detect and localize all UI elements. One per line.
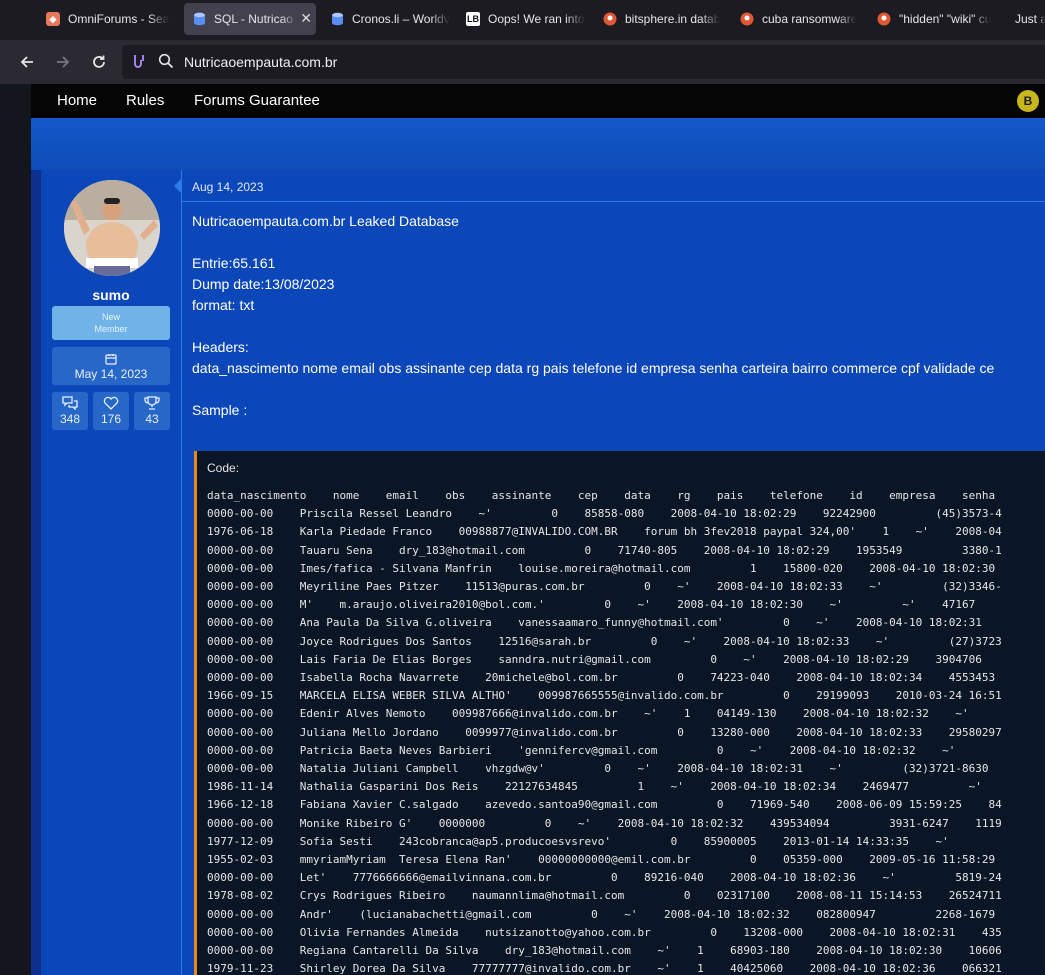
- omniforums-icon: ◆: [46, 12, 60, 26]
- post-header-divider: [182, 201, 1045, 202]
- back-button[interactable]: [15, 50, 39, 74]
- browser-tab-bar: ◆ OmniForums - Sea SQL - Nutricao ✕ Cron…: [0, 0, 1045, 40]
- headers-label: Headers:: [192, 339, 249, 355]
- nav-rules-link[interactable]: Rules: [126, 92, 164, 109]
- code-content[interactable]: data_nascimento nome email obs assinante…: [207, 487, 1002, 975]
- points-stat: 43: [134, 392, 170, 430]
- tracking-protection-icon[interactable]: [130, 53, 148, 71]
- entries-line: Entrie:65.161: [192, 255, 276, 271]
- code-data-row: 0000-00-00 Juliana Mello Jordano 0099977…: [207, 725, 1002, 739]
- reactions-count: 176: [100, 412, 122, 426]
- messages-count: 348: [59, 412, 81, 426]
- code-data-row: 0000-00-00 Andr' (lucianabachetti@gmail.…: [207, 907, 996, 921]
- back-arrow-icon: [20, 56, 33, 68]
- code-header-row: data_nascimento nome email obs assinante…: [207, 489, 996, 502]
- dump-date-line: Dump date:13/08/2023: [192, 276, 335, 292]
- tab-cuba-ransomware[interactable]: cuba ransomware: [740, 3, 862, 35]
- code-data-row: 1976-06-18 Karla Piedade Franco 00988877…: [207, 525, 1002, 539]
- messages-icon: [62, 396, 78, 410]
- trophy-icon: [144, 396, 160, 410]
- browser-nav-bar: Nutricaoempauta.com.br: [0, 40, 1045, 84]
- address-bar[interactable]: Nutricaoempauta.com.br: [122, 45, 1045, 79]
- code-data-row: 1979-11-23 Shirley Dorea Da Silva 777777…: [207, 962, 1002, 975]
- code-data-row: 1955-02-03 mmyriamMyriam Teresa Elena Ra…: [207, 853, 996, 867]
- avatar-image: [64, 180, 160, 276]
- points-count: 43: [145, 412, 159, 426]
- joined-date-box: May 14, 2023: [52, 347, 170, 385]
- code-data-row: 1966-09-15 MARCELA ELISA WEBER SILVA ALT…: [207, 689, 1002, 703]
- nav-home-link[interactable]: Home: [57, 92, 97, 109]
- code-block-title: Code:: [207, 461, 240, 475]
- code-data-row: 0000-00-00 Monike Ribeiro G' 0000000 0 ~…: [207, 816, 1002, 830]
- headers-list: data_nascimento nome email obs assinante…: [192, 360, 995, 376]
- code-data-row: 0000-00-00 M' m.araujo.oliveira2010@bol.…: [207, 598, 976, 612]
- code-data-row: 0000-00-00 Imes/fafica - Silvana Manfrin…: [207, 561, 996, 575]
- code-data-row: 0000-00-00 Natalia Juliani Campbell vhzg…: [207, 762, 989, 776]
- post-date[interactable]: Aug 14, 2023: [192, 180, 263, 194]
- code-data-row: 0000-00-00 Lais Faria De Elias Borges sa…: [207, 652, 982, 666]
- code-data-row: 0000-00-00 Priscila Ressel Leandro ~' 0 …: [207, 507, 1002, 521]
- search-icon: [158, 53, 176, 71]
- forward-arrow-icon: [57, 56, 70, 68]
- tab-omniforums[interactable]: ◆ OmniForums - Sea: [46, 3, 176, 35]
- code-data-row: 0000-00-00 Edenir Alves Nemoto 009987666…: [207, 707, 969, 721]
- thread-content: sumo New Member May 14, 2023 348 176 43: [31, 170, 1045, 975]
- post-pointer-arrow: [174, 178, 182, 194]
- tab-just-a[interactable]: Just a: [1015, 3, 1045, 35]
- code-data-row: 0000-00-00 Patricia Baeta Neves Barbieri…: [207, 743, 956, 757]
- duckduckgo-icon: [877, 12, 891, 26]
- username[interactable]: sumo: [41, 287, 181, 303]
- avatar[interactable]: [64, 180, 160, 276]
- heart-icon: [103, 396, 119, 410]
- code-data-row: 0000-00-00 Joyce Rodrigues Dos Santos 12…: [207, 634, 1002, 648]
- duckduckgo-icon: [740, 12, 754, 26]
- post-body: Aug 14, 2023 Nutricaoempauta.com.br Leak…: [174, 170, 1045, 975]
- nav-forums-guarantee-link[interactable]: Forums Guarantee: [194, 92, 320, 109]
- code-data-row: 0000-00-00 Regiana Cantarelli Da Silva d…: [207, 944, 1002, 958]
- code-data-row: 0000-00-00 Tauaru Sena dry_183@hotmail.c…: [207, 543, 1002, 557]
- code-data-row: 0000-00-00 Meyriline Paes Pitzer 11513@p…: [207, 580, 1002, 594]
- tab-oops[interactable]: LB Oops! We ran into: [466, 3, 588, 35]
- user-avatar-badge[interactable]: B: [1017, 90, 1039, 112]
- code-data-row: 1978-08-02 Crys Rodrigues Ribeiro nauman…: [207, 889, 1002, 903]
- database-icon: [192, 12, 206, 26]
- calendar-icon: [105, 354, 117, 365]
- sample-label: Sample :: [192, 402, 248, 418]
- database-icon: [330, 12, 344, 26]
- rank-line-2: Member: [94, 324, 128, 334]
- tab-sql-nutricao[interactable]: SQL - Nutricao ✕: [184, 3, 316, 35]
- code-data-row: 1977-12-09 Sofia Sesti 243cobranca@ap5.p…: [207, 834, 949, 848]
- rank-line-1: New: [101, 312, 120, 322]
- duckduckgo-icon: [603, 12, 617, 26]
- post-title-line: Nutricaoempauta.com.br Leaked Database: [192, 213, 459, 229]
- code-data-row: 1966-12-18 Fabiana Xavier C.salgado azev…: [207, 798, 1002, 812]
- site-navigation: Home Rules Forums Guarantee B: [31, 84, 1045, 118]
- code-data-row: 0000-00-00 Olivia Fernandes Almeida nuts…: [207, 925, 1002, 939]
- format-line: format: txt: [192, 297, 255, 313]
- tab-bitsphere[interactable]: bitsphere.in datab: [603, 3, 725, 35]
- url-text[interactable]: Nutricaoempauta.com.br: [184, 54, 337, 70]
- code-data-row: 1986-11-14 Nathalia Gasparini Dos Reis 2…: [207, 780, 982, 794]
- lb-icon: LB: [466, 12, 480, 26]
- close-tab-icon[interactable]: ✕: [300, 10, 312, 27]
- tab-hidden-wiki[interactable]: "hidden" "wiki" cu: [877, 3, 999, 35]
- code-data-row: 0000-00-00 Let' 7776666666@emailvinnana.…: [207, 871, 1002, 885]
- forward-button[interactable]: [51, 50, 75, 74]
- reload-button[interactable]: [87, 50, 111, 74]
- tab-cronos[interactable]: Cronos.li – Worldv: [330, 3, 450, 35]
- code-data-row: 0000-00-00 Isabella Rocha Navarrete 20mi…: [207, 671, 996, 685]
- joined-date: May 14, 2023: [74, 367, 148, 381]
- reactions-stat: 176: [93, 392, 129, 430]
- user-rank-banner: New Member: [52, 306, 170, 340]
- messages-stat: 348: [52, 392, 88, 430]
- post-author-sidebar: sumo New Member May 14, 2023 348 176 43: [41, 170, 182, 975]
- code-data-row: 0000-00-00 Ana Paula Da Silva G.oliveira…: [207, 616, 982, 630]
- reload-icon: [93, 55, 105, 68]
- page-viewport: Home Rules Forums Guarantee B sumo New M…: [0, 84, 1045, 975]
- code-block[interactable]: Code: data_nascimento nome email obs ass…: [194, 451, 1045, 975]
- page-left-gutter: [0, 84, 30, 975]
- breadcrumb-strip: [31, 118, 1045, 170]
